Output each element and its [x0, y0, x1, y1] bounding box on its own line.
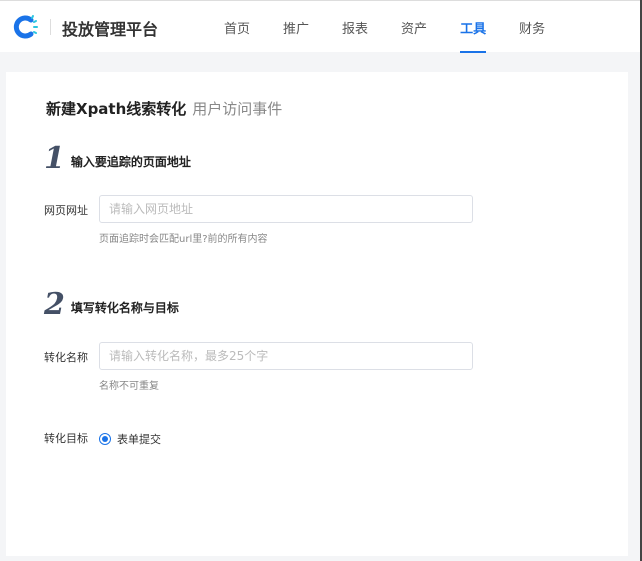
- url-hint: 页面追踪时会匹配url里?前的所有内容: [99, 234, 268, 245]
- name-hint: 名称不可重复: [99, 381, 159, 392]
- name-label: 转化名称: [44, 351, 88, 364]
- nav-reports[interactable]: 报表: [342, 18, 368, 53]
- url-input[interactable]: [99, 195, 473, 223]
- main-nav: 首页 推广 报表 资产 工具 财务: [224, 18, 578, 53]
- radio-label: 表单提交: [117, 433, 161, 446]
- divider: [50, 19, 51, 35]
- goal-radio-form-submit[interactable]: 表单提交: [99, 431, 161, 447]
- page-title-text: 新建Xpath线索转化: [46, 100, 187, 118]
- nav-assets[interactable]: 资产: [401, 18, 427, 53]
- step-2-heading: 2 填写转化名称与目标: [44, 290, 179, 320]
- conversion-name-input[interactable]: [99, 342, 473, 370]
- form-card: 新建Xpath线索转化用户访问事件 1 输入要追踪的页面地址 网页网址 页面追踪时…: [6, 72, 628, 556]
- top-header: 投放管理平台 首页 推广 报表 资产 工具 财务: [0, 0, 640, 53]
- step-title: 填写转化名称与目标: [70, 301, 179, 315]
- goal-label: 转化目标: [44, 432, 88, 445]
- nav-home[interactable]: 首页: [224, 18, 250, 53]
- step-1-heading: 1 输入要追踪的页面地址: [44, 144, 191, 174]
- url-label: 网页网址: [44, 204, 88, 217]
- logo-icon: [13, 15, 38, 39]
- step-number: 2: [44, 287, 65, 322]
- step-number: 1: [44, 141, 65, 176]
- radio-selected-icon[interactable]: [99, 433, 111, 445]
- nav-promotion[interactable]: 推广: [283, 18, 309, 53]
- page-title: 新建Xpath线索转化 用户访问事件: [46, 98, 282, 119]
- page-subtitle: 用户访问事件: [192, 100, 283, 118]
- step-title: 输入要追踪的页面地址: [70, 155, 191, 169]
- nav-tools[interactable]: 工具: [460, 18, 487, 53]
- nav-finance[interactable]: 财务: [519, 18, 545, 53]
- brand-title: 投放管理平台: [62, 20, 159, 39]
